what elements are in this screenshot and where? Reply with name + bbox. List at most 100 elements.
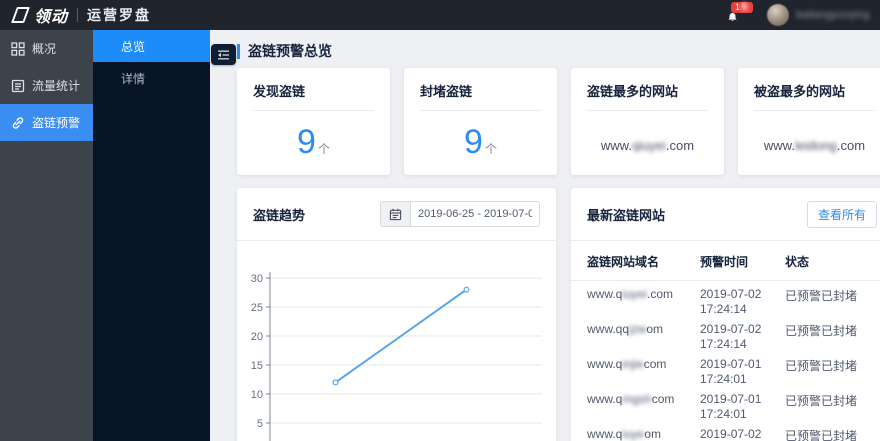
stat-card-title: 盗链最多的网站 bbox=[587, 84, 679, 99]
topbar: 领动 运营罗盘 1条 bailangyunyingzhang bbox=[0, 0, 880, 30]
svg-text:15: 15 bbox=[251, 360, 263, 372]
blurred-domain-text: iuye bbox=[622, 427, 645, 441]
title-accent-bar bbox=[237, 43, 240, 59]
cell-time: 2019-07-01 17:24:01 bbox=[700, 392, 762, 421]
table-row: www.qinjiecom 2019-07-01 17:24:01 已预警已封堵 bbox=[571, 351, 880, 386]
sidebar-item-traffic-stats[interactable]: 流量统计 bbox=[0, 67, 93, 104]
cell-status: 已预警已封堵 bbox=[785, 324, 858, 338]
blurred-domain-text: jzw bbox=[629, 322, 647, 336]
date-range-input[interactable] bbox=[410, 201, 540, 227]
cell-domain: www.qiuyei.com bbox=[587, 287, 674, 301]
blurred-domain-text: leidong bbox=[794, 138, 837, 153]
calendar-icon bbox=[389, 208, 402, 220]
stat-domain: www.qiuyei.com bbox=[600, 138, 695, 153]
stat-card-most-stolen-site: 被盗最多的网站 www.leidong.com bbox=[738, 68, 880, 175]
table-row: www.qiuyeom 2019-07-02 17:24:05 已预警已封堵 bbox=[571, 421, 880, 441]
cell-status: 已预警已封堵 bbox=[785, 289, 858, 303]
sidebar-item-hotlink-warning[interactable]: 盗链预警 bbox=[0, 104, 93, 141]
svg-text:25: 25 bbox=[251, 302, 263, 314]
divider bbox=[754, 110, 875, 111]
column-header-time: 预警时间 bbox=[700, 255, 749, 269]
table-row: www.qmgshcom 2019-07-01 17:24:01 已预警已封堵 bbox=[571, 386, 880, 421]
cell-domain: www.qqjzwom bbox=[587, 322, 664, 336]
list-icon bbox=[11, 79, 25, 93]
stat-number: 9 bbox=[297, 123, 316, 161]
collapse-menu-icon bbox=[218, 50, 229, 59]
column-header-domain: 盗链网站域名 bbox=[587, 255, 660, 269]
tab-details[interactable]: 详情 bbox=[93, 62, 210, 94]
user-area: 1条 bailangyunyingzhang bbox=[724, 0, 870, 30]
page-header: 盗链预警总览 bbox=[237, 42, 880, 60]
blurred-domain-text: mgsh bbox=[622, 392, 652, 406]
grid-icon bbox=[11, 41, 25, 56]
trend-line-chart: 30 25 20 15 10 5 bbox=[251, 272, 542, 441]
tab-overview[interactable]: 总览 bbox=[93, 30, 210, 62]
divider bbox=[237, 240, 556, 241]
link-icon bbox=[11, 116, 25, 130]
logo-mark-icon bbox=[11, 7, 30, 23]
cell-domain: www.qmgshcom bbox=[587, 392, 675, 406]
calendar-button[interactable] bbox=[380, 201, 410, 227]
bell-icon bbox=[728, 12, 737, 22]
cell-time: 2019-07-01 17:24:01 bbox=[700, 357, 762, 386]
stat-card-blocked-hotlinks: 封堵盗链 9 个 bbox=[404, 68, 557, 175]
avatar[interactable] bbox=[767, 4, 789, 26]
primary-sidebar: 概况 流量统计 盗链预警 bbox=[0, 30, 93, 441]
submenu-item-label: 总览 bbox=[121, 39, 146, 54]
stat-card-title: 被盗最多的网站 bbox=[754, 84, 846, 99]
svg-text:30: 30 bbox=[251, 273, 263, 285]
sidebar-collapse-button[interactable] bbox=[211, 44, 236, 65]
stat-domain: www.leidong.com bbox=[763, 138, 866, 153]
stat-card-value: 9 个 bbox=[420, 123, 541, 161]
blurred-domain-text: qiuyei bbox=[631, 138, 666, 153]
table-row: www.qqjzwom 2019-07-02 17:24:14 已预警已封堵 bbox=[571, 316, 880, 351]
cell-status: 已预警已封堵 bbox=[785, 429, 858, 441]
date-range-picker bbox=[380, 201, 540, 227]
stat-card-top-hotlinking-site: 盗链最多的网站 www.qiuyei.com bbox=[571, 68, 724, 175]
blurred-domain-text: iuyei bbox=[622, 287, 648, 301]
notification-bell-icon[interactable]: 1条 bbox=[724, 0, 760, 30]
page-title: 盗链预警总览 bbox=[248, 43, 332, 59]
sidebar-item-label: 流量统计 bbox=[32, 79, 81, 93]
secondary-sidebar: 总览 详情 bbox=[93, 30, 210, 441]
sidebar-item-label: 盗链预警 bbox=[32, 116, 81, 130]
divider bbox=[587, 110, 708, 111]
cell-domain: www.qiuyeom bbox=[587, 427, 662, 441]
svg-text:20: 20 bbox=[251, 331, 263, 343]
sidebar-item-overview[interactable]: 概况 bbox=[0, 30, 93, 67]
stat-unit: 个 bbox=[484, 142, 497, 156]
table-row: www.qiuyei.com 2019-07-02 17:24:14 已预警已封… bbox=[571, 281, 880, 316]
latest-title: 最新盗链网站 bbox=[587, 207, 666, 223]
svg-text:10: 10 bbox=[251, 389, 263, 401]
brand-divider bbox=[77, 8, 79, 22]
stat-cards-row: 发现盗链 9 个 封堵盗链 9 个 盗链最多的网站 www.qiuyei.com… bbox=[237, 68, 880, 175]
svg-text:5: 5 bbox=[257, 418, 263, 430]
stat-number: 9 bbox=[464, 123, 483, 161]
brand: 领动 运营罗盘 bbox=[11, 3, 151, 27]
blurred-domain-text: injie bbox=[622, 357, 644, 371]
main-content: 盗链预警总览 发现盗链 9 个 封堵盗链 9 个 盗链最多的网站 www.qiu… bbox=[210, 30, 880, 441]
stat-card-value: 9 个 bbox=[253, 123, 374, 161]
stat-unit: 个 bbox=[317, 142, 330, 156]
table-body: www.qiuyei.com 2019-07-02 17:24:14 已预警已封… bbox=[571, 281, 880, 441]
submenu-item-label: 详情 bbox=[121, 71, 146, 86]
trend-header: 盗链趋势 bbox=[237, 188, 556, 240]
column-header-status: 状态 bbox=[785, 255, 810, 269]
cell-time: 2019-07-02 17:24:05 bbox=[700, 427, 762, 441]
logo-text: 领动 bbox=[34, 9, 69, 26]
cell-status: 已预警已封堵 bbox=[785, 359, 858, 373]
cell-status: 已预警已封堵 bbox=[785, 394, 858, 408]
stat-card-title: 发现盗链 bbox=[253, 84, 306, 99]
view-all-button[interactable]: 查看所有 bbox=[806, 200, 877, 228]
sidebar-item-label: 概况 bbox=[32, 42, 57, 56]
username[interactable]: bailangyunyingzhang bbox=[796, 9, 870, 21]
notification-badge: 1条 bbox=[731, 2, 754, 13]
cell-domain: www.qinjiecom bbox=[587, 357, 667, 371]
stat-card-title: 封堵盗链 bbox=[420, 84, 473, 99]
cell-time: 2019-07-02 17:24:14 bbox=[700, 322, 762, 351]
panels-row: 盗链趋势 30 25 20 15 bbox=[237, 188, 880, 441]
trend-card: 盗链趋势 30 25 20 15 bbox=[237, 188, 556, 441]
cell-time: 2019-07-02 17:24:14 bbox=[700, 287, 762, 316]
stat-card-found-hotlinks: 发现盗链 9 个 bbox=[237, 68, 390, 175]
table-header-row: 盗链网站域名 预警时间 状态 bbox=[571, 241, 880, 281]
